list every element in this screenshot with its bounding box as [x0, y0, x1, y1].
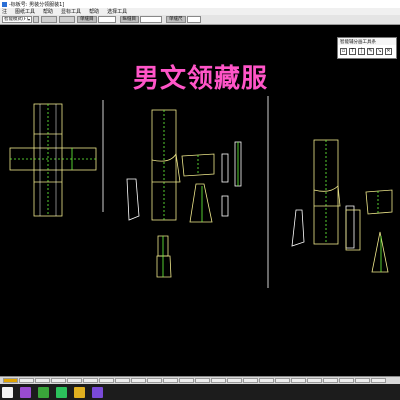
cross-tool-icon[interactable]: ✕ [385, 48, 392, 55]
status-cell[interactable] [131, 378, 146, 383]
status-cell[interactable] [211, 378, 226, 383]
pen-tool-icon[interactable]: ✎ [367, 48, 374, 55]
text-tool-icon[interactable]: T [349, 48, 356, 55]
status-cell[interactable] [339, 378, 354, 383]
status-cell[interactable] [323, 378, 338, 383]
app-icon [2, 1, 7, 7]
taskbar [0, 384, 400, 400]
status-cell[interactable] [195, 378, 210, 383]
single-seam-input[interactable] [97, 16, 116, 23]
app-yellow-icon[interactable] [74, 386, 85, 398]
status-cell[interactable] [163, 378, 178, 383]
watermark-text: 男文领藏服 [133, 64, 269, 94]
right-pieces [291, 139, 393, 273]
status-cell[interactable] [35, 378, 50, 383]
tool-button-a[interactable] [41, 16, 57, 23]
status-cell[interactable] [99, 378, 114, 383]
smart-tool-panel: 智能辅分画工具条 ▫ T │ ✎ ↘ ✕ [337, 37, 397, 59]
menu-item-3[interactable]: 帮助 [43, 8, 53, 15]
app-cad-icon[interactable] [92, 386, 103, 398]
status-cell[interactable] [179, 378, 194, 383]
app-green-icon[interactable] [38, 386, 49, 398]
start-icon[interactable] [2, 386, 13, 398]
toolbar: 智能模式(F) ▾ 单缝目 纵缝目 单缝尺 [0, 15, 400, 25]
status-cell[interactable] [259, 378, 274, 383]
line-tool-icon[interactable]: │ [358, 48, 365, 55]
label-single-seam: 单缝目 [77, 16, 97, 23]
select-tool-icon[interactable]: ▫ [340, 48, 347, 55]
status-cell[interactable] [67, 378, 82, 383]
drawing-canvas[interactable]: 男文领藏服 智能辅分画工具条 ▫ T │ ✎ ↘ ✕ [0, 26, 400, 376]
arrow-tool-icon[interactable]: ↘ [376, 48, 383, 55]
mode-select[interactable]: 智能模式(F) ▾ [2, 16, 32, 23]
mode-select-value: 智能模式(F) [4, 17, 29, 22]
vertical-seam-input[interactable] [140, 16, 162, 23]
status-cell[interactable] [307, 378, 322, 383]
status-cell[interactable] [355, 378, 370, 383]
label-vertical-seam: 纵缝目 [119, 16, 139, 23]
status-cell[interactable] [275, 378, 290, 383]
cross-piece [9, 103, 97, 217]
status-cell[interactable] [243, 378, 258, 383]
menu-item-5[interactable]: 帮助 [89, 8, 99, 15]
wechat-icon[interactable] [56, 386, 67, 398]
status-bar [0, 376, 400, 384]
app-purple-icon[interactable] [20, 386, 31, 398]
menu-item-6[interactable]: 选择工具 [107, 8, 127, 15]
smart-panel-title: 智能辅分画工具条 [338, 38, 396, 45]
title-bar: -标板号: 男装分领服装1] [0, 0, 400, 8]
status-cell[interactable] [371, 378, 386, 383]
mode-button[interactable] [33, 16, 39, 23]
status-cell-active[interactable] [3, 378, 18, 383]
window-title: -标板号: 男装分领服装1] [9, 1, 65, 8]
status-cell[interactable] [51, 378, 66, 383]
chevron-down-icon: ▾ [27, 17, 30, 22]
menu-bar: 注 图纸工具 帮助 显标工具 帮助 选择工具 [0, 8, 400, 15]
seam-ruler-input[interactable] [186, 16, 201, 23]
menu-item-2[interactable]: 图纸工具 [15, 8, 35, 15]
menu-item-4[interactable]: 显标工具 [61, 8, 81, 15]
smart-panel-tools: ▫ T │ ✎ ↘ ✕ [338, 45, 396, 58]
status-cell[interactable] [227, 378, 242, 383]
middle-pieces [126, 109, 242, 278]
status-cell[interactable] [83, 378, 98, 383]
status-cell[interactable] [291, 378, 306, 383]
status-cell[interactable] [19, 378, 34, 383]
menu-item-1[interactable]: 注 [2, 8, 7, 15]
status-cell[interactable] [115, 378, 130, 383]
tool-button-b[interactable] [59, 16, 75, 23]
label-seam-ruler: 单缝尺 [166, 16, 186, 23]
status-cell[interactable] [147, 378, 162, 383]
